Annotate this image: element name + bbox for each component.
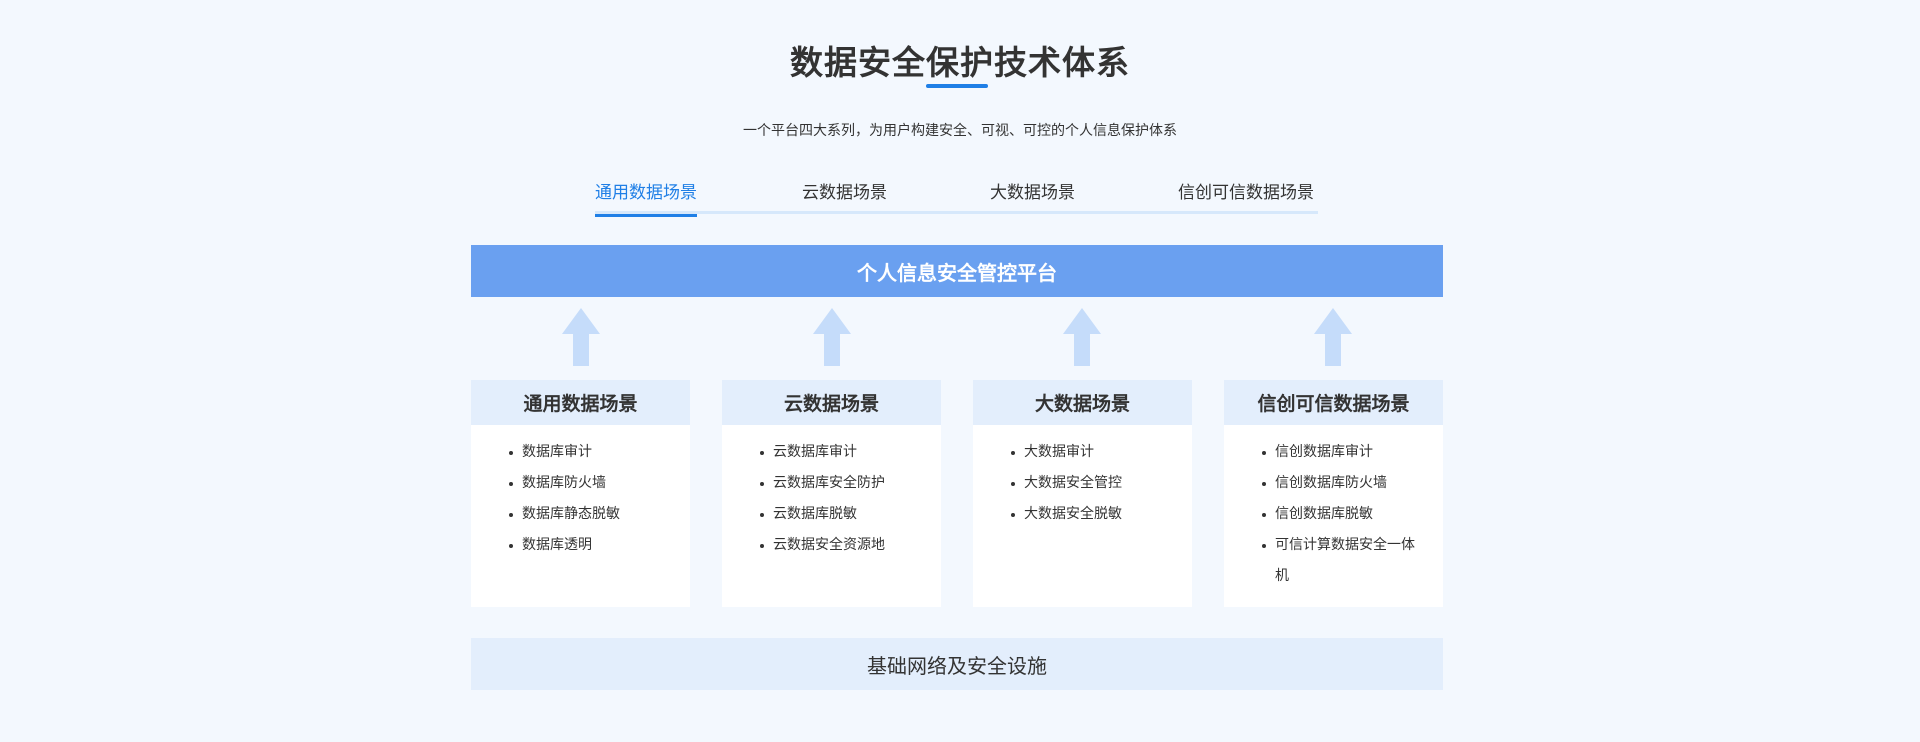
product-list: 数据库审计 数据库防火墙 数据库静态脱敏 数据库透明 [471, 425, 690, 561]
list-item[interactable]: 云数据安全资源地 [760, 530, 941, 561]
tab-xinchuang-data[interactable]: 信创可信数据场景 [1178, 178, 1314, 214]
platform-bar: 个人信息安全管控平台 [471, 245, 1443, 297]
tab-general-data[interactable]: 通用数据场景 [595, 178, 697, 217]
list-item[interactable]: 信创数据库防火墙 [1262, 468, 1443, 499]
list-item[interactable]: 信创数据库脱敏 [1262, 499, 1443, 530]
list-item[interactable]: 信创数据库审计 [1262, 437, 1443, 468]
product-list: 大数据审计 大数据安全管控 大数据安全脱敏 [973, 425, 1192, 530]
card-title: 信创可信数据场景 [1224, 380, 1443, 425]
card-title: 云数据场景 [722, 380, 941, 425]
infrastructure-bar: 基础网络及安全设施 [471, 638, 1443, 690]
arrow-up-icon [1314, 308, 1352, 366]
tab-cloud-data[interactable]: 云数据场景 [802, 178, 887, 214]
arrow-up-icon [1063, 308, 1101, 366]
scenario-tabs: 通用数据场景 云数据场景 大数据场景 信创可信数据场景 [595, 178, 1318, 217]
list-item[interactable]: 数据库透明 [509, 530, 690, 561]
list-item[interactable]: 数据库静态脱敏 [509, 499, 690, 530]
product-list: 云数据库审计 云数据库安全防护 云数据库脱敏 云数据安全资源地 [722, 425, 941, 561]
card-big-data: 大数据场景 大数据审计 大数据安全管控 大数据安全脱敏 [973, 380, 1192, 607]
list-item[interactable]: 云数据库审计 [760, 437, 941, 468]
card-general-data: 通用数据场景 数据库审计 数据库防火墙 数据库静态脱敏 数据库透明 [471, 380, 690, 607]
tab-big-data[interactable]: 大数据场景 [990, 178, 1075, 214]
card-title: 大数据场景 [973, 380, 1192, 425]
product-list: 信创数据库审计 信创数据库防火墙 信创数据库脱敏 可信计算数据安全一体机 [1224, 425, 1443, 592]
arrow-up-icon [813, 308, 851, 366]
card-xinchuang-data: 信创可信数据场景 信创数据库审计 信创数据库防火墙 信创数据库脱敏 可信计算数据… [1224, 380, 1443, 607]
arrow-up-icon [562, 308, 600, 366]
list-item[interactable]: 云数据库脱敏 [760, 499, 941, 530]
page-title: 数据安全保护技术体系 [790, 43, 1130, 82]
list-item[interactable]: 数据库防火墙 [509, 468, 690, 499]
list-item[interactable]: 大数据安全管控 [1011, 468, 1192, 499]
list-item[interactable]: 大数据安全脱敏 [1011, 499, 1192, 530]
page-subtitle: 一个平台四大系列，为用户构建安全、可视、可控的个人信息保护体系 [743, 123, 1177, 139]
card-title: 通用数据场景 [471, 380, 690, 425]
list-item[interactable]: 大数据审计 [1011, 437, 1192, 468]
list-item[interactable]: 云数据库安全防护 [760, 468, 941, 499]
title-underline [926, 84, 988, 88]
list-item[interactable]: 数据库审计 [509, 437, 690, 468]
card-cloud-data: 云数据场景 云数据库审计 云数据库安全防护 云数据库脱敏 云数据安全资源地 [722, 380, 941, 607]
list-item[interactable]: 可信计算数据安全一体机 [1262, 530, 1443, 592]
